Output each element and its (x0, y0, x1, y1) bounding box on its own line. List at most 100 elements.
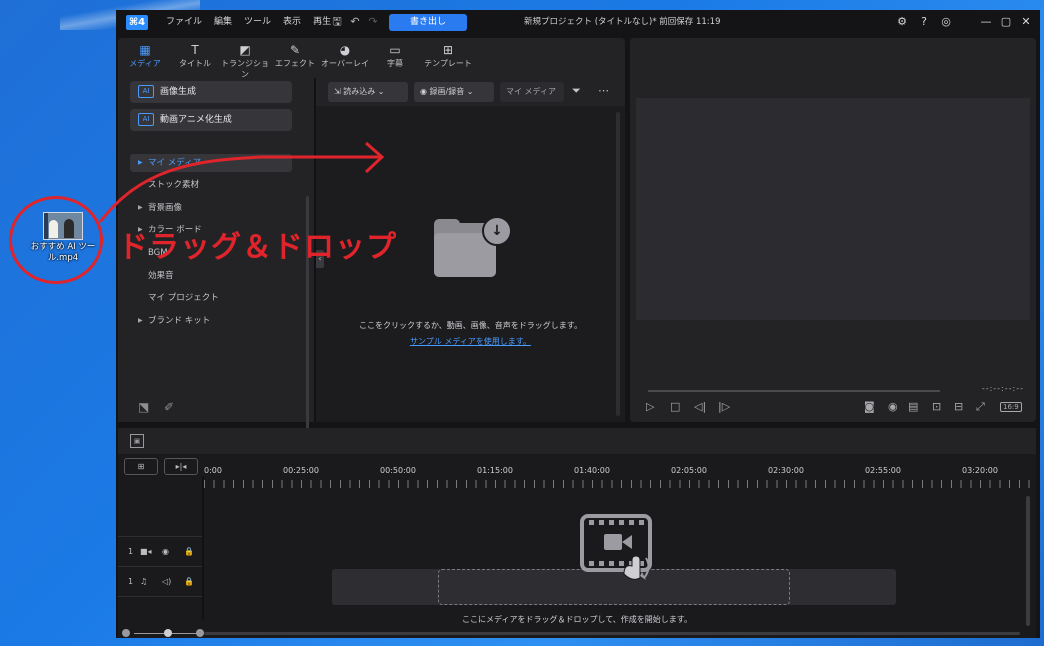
tab-overlay[interactable]: ◕ オーバーレイ (320, 38, 370, 78)
ai-icon: AI (138, 85, 154, 98)
tick-label: 00:25:00 (283, 466, 319, 475)
account-icon[interactable]: ◎ (938, 14, 954, 30)
timeline-drop-hint: ここにメディアをドラッグ＆ドロップして、作成を開始します。 (462, 615, 692, 624)
tick-label: 03:20:00 (962, 466, 998, 475)
tick-label: 02:05:00 (671, 466, 707, 475)
transition-icon: ◩ (239, 43, 251, 57)
ai-image-generate-button[interactable]: AI 画像生成 (130, 81, 292, 103)
fullscreen-icon[interactable]: ⤢ (976, 400, 985, 414)
timeline-ruler[interactable]: 0:00 00:25:00 00:50:00 01:15:00 01:40:00… (204, 458, 1036, 488)
sidebar-item-sound-effects[interactable]: 効果音 (130, 267, 292, 285)
effect-icon: ✎ (289, 43, 301, 57)
sidebar-item-backgrounds[interactable]: ▶ 背景画像 (130, 199, 292, 217)
timeline-settings-icon[interactable]: ▣ (130, 434, 144, 448)
tick-label: 02:30:00 (768, 466, 804, 475)
import-button[interactable]: ⇲ 読み込み ⌄ (328, 82, 408, 102)
edit-tag-icon[interactable]: ✐ (164, 400, 174, 414)
snapshot-icon[interactable]: ◙ (864, 400, 875, 413)
sidebar-item-stock[interactable]: ストック素材 (130, 176, 292, 194)
next-frame-icon[interactable]: |▷ (718, 400, 730, 413)
timeline-zoom-row (118, 628, 1036, 638)
subtitle-icon: ▭ (389, 43, 401, 57)
safe-zone-icon[interactable]: ⊟ (954, 400, 963, 413)
title-bar: ⌘4 ファイル 編集 ツール 表示 再生 🖫 ↶ ↷ 書き出し 新規プロジェクト… (116, 10, 1040, 36)
ai-icon: AI (138, 113, 154, 126)
media-scrollbar[interactable] (616, 112, 620, 416)
subtitle-toggle-icon[interactable]: ▤ (908, 400, 918, 413)
caret-right-icon: ▶ (138, 317, 143, 324)
minimize-icon[interactable]: — (978, 14, 994, 30)
track-manager-button[interactable]: ⊞ (124, 458, 158, 475)
zoom-out-icon[interactable] (122, 629, 130, 637)
redo-icon[interactable]: ↷ (366, 15, 380, 29)
tab-template[interactable]: ⊞ テンプレート (420, 38, 476, 78)
timeline-panel: ▣ ⊞ ▸|◂ 0:00 00:25:00 00:50:00 01:15:00 … (118, 428, 1036, 638)
maximize-icon[interactable]: ▢ (998, 14, 1014, 30)
media-icon: ▦ (139, 43, 151, 57)
track-add-icon: ⊞ (137, 462, 145, 471)
zoom-slider-handle[interactable] (164, 629, 172, 637)
download-arrow-icon: ↓ (482, 216, 512, 246)
zoom-in-icon[interactable] (196, 629, 204, 637)
annotation-text: ドラッグ＆ドロップ (118, 230, 397, 265)
help-icon[interactable]: ? (916, 14, 932, 30)
tick-label: 02:55:00 (865, 466, 901, 475)
eye-icon[interactable]: ◉ (162, 547, 169, 556)
tab-effect[interactable]: ✎ エフェクト (270, 38, 320, 78)
sidebar-item-brand-kit[interactable]: ▶ ブランド キット (130, 312, 292, 330)
sidebar-item-my-media[interactable]: ▶ マイ メディア (130, 154, 292, 172)
tick-label: 01:15:00 (477, 466, 513, 475)
more-options-icon[interactable]: ⋯ (598, 84, 609, 97)
preview-screen (636, 98, 1030, 320)
aspect-ratio-button[interactable]: 16:9 (1000, 402, 1022, 412)
split-button[interactable]: ▸|◂ (164, 458, 198, 475)
add-tag-icon[interactable]: ⬔ (138, 400, 149, 414)
caret-right-icon: ▶ (138, 204, 143, 211)
ruler-ticks (204, 480, 1036, 488)
sample-media-link[interactable]: サンプル メディアを使用します。 (316, 336, 625, 347)
tab-subtitle[interactable]: ▭ 字幕 (370, 38, 420, 78)
menu-bar: ファイル 編集 ツール 表示 再生 (160, 10, 337, 36)
filter-icon[interactable]: ⏷ (572, 84, 581, 98)
speaker-icon[interactable]: ◁) (162, 577, 171, 586)
ai-video-animate-button[interactable]: AI 動画アニメ化生成 (130, 109, 292, 131)
film-drop-icon (580, 514, 652, 580)
record-icon: ◉ (420, 87, 430, 96)
zoom-fit-icon[interactable]: ⊡ (932, 400, 941, 413)
record-voice-icon[interactable]: ◉ (888, 400, 898, 413)
app-logo: ⌘4 (126, 15, 148, 30)
timeline-vertical-scrollbar[interactable] (1026, 496, 1030, 626)
preview-timecode: --:--:--:-- (981, 384, 1024, 393)
menu-view[interactable]: 表示 (277, 10, 307, 36)
record-button[interactable]: ◉ 録画/録音 ⌄ (414, 82, 494, 102)
preview-scrub-bar[interactable] (648, 390, 940, 392)
tick-label: 01:40:00 (574, 466, 610, 475)
prev-frame-icon[interactable]: ◁| (694, 400, 706, 413)
menu-tools[interactable]: ツール (238, 10, 277, 36)
track-number: 1 (128, 577, 134, 586)
media-drop-hint: ここをクリックするか、動画、画像、音声をドラッグします。 (358, 321, 583, 330)
lock-icon[interactable]: 🔒 (184, 577, 194, 586)
export-button[interactable]: 書き出し (389, 14, 467, 31)
settings-gear-icon[interactable]: ⚙ (894, 14, 910, 30)
tab-title[interactable]: T タイトル (170, 38, 220, 78)
media-search-input[interactable]: マイ メディア (500, 82, 564, 102)
tick-label: 00:50:00 (380, 466, 416, 475)
save-icon[interactable]: 🖫 (330, 15, 344, 29)
play-icon[interactable]: ▷ (646, 400, 654, 413)
stop-icon[interactable]: □ (670, 400, 680, 413)
undo-icon[interactable]: ↶ (348, 15, 362, 29)
tab-transition[interactable]: ◩ トランジション (220, 38, 270, 79)
media-toolbar: ⇲ 読み込み ⌄ ◉ 録画/録音 ⌄ マイ メディア ⏷ ⋯ (316, 78, 625, 106)
sidebar-item-my-projects[interactable]: マイ プロジェクト (130, 289, 292, 307)
import-folder-icon[interactable]: ↓ (434, 216, 512, 277)
tab-media[interactable]: ▦ メディア (120, 38, 170, 78)
menu-edit[interactable]: 編集 (208, 10, 238, 36)
import-icon: ⇲ (334, 87, 344, 96)
title-icon: T (191, 43, 199, 57)
timeline-horizontal-scrollbar[interactable] (204, 632, 1020, 635)
lock-icon[interactable]: 🔒 (184, 547, 194, 556)
close-icon[interactable]: ✕ (1018, 14, 1034, 30)
track-number: 1 (128, 547, 134, 556)
menu-file[interactable]: ファイル (160, 10, 208, 36)
